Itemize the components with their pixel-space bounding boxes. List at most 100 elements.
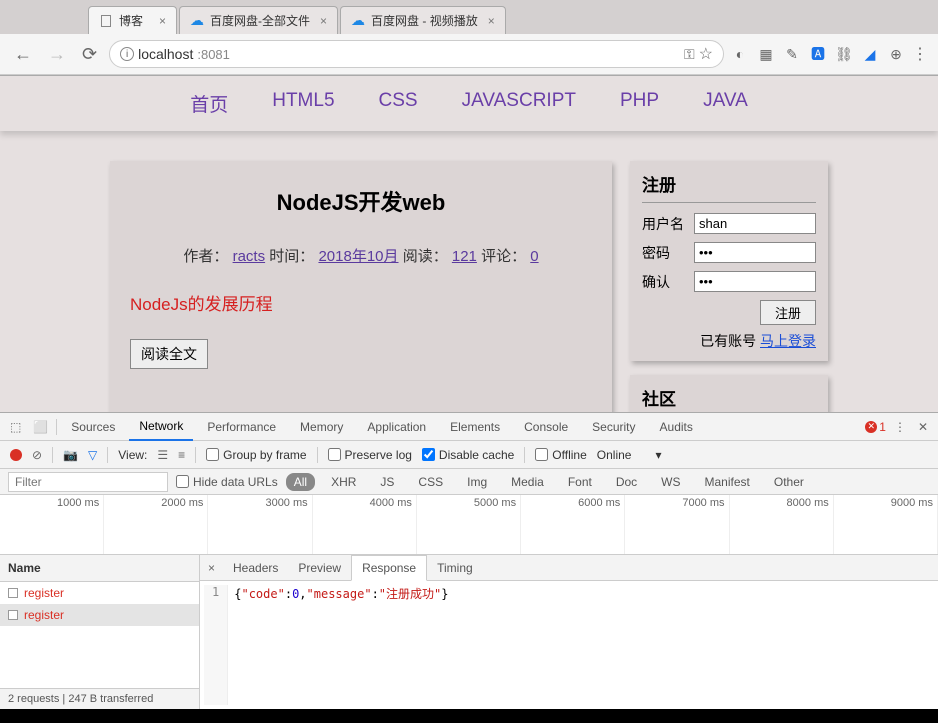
- tab-timing[interactable]: Timing: [427, 556, 483, 580]
- tab-sources[interactable]: Sources: [61, 414, 125, 440]
- url-host: localhost: [138, 46, 193, 62]
- site-info-icon[interactable]: i: [120, 47, 134, 61]
- disable-cache-checkbox[interactable]: Disable cache: [422, 448, 514, 462]
- large-rows-icon[interactable]: ☰: [157, 448, 168, 462]
- close-icon[interactable]: ×: [320, 14, 327, 28]
- tab-baidu-video[interactable]: ☁ 百度网盘 - 视频播放 ×: [340, 6, 506, 34]
- tab-application[interactable]: Application: [357, 414, 436, 440]
- ext-icon-6[interactable]: ◢: [862, 46, 878, 62]
- tab-console[interactable]: Console: [514, 414, 578, 440]
- translate-icon[interactable]: 🅰: [810, 46, 826, 62]
- request-list: Name register register 2 requests | 247 …: [0, 555, 200, 709]
- nav-home[interactable]: 首页: [190, 90, 228, 117]
- response-body[interactable]: 1 {"code":0,"message":"注册成功"}: [200, 581, 938, 709]
- record-icon[interactable]: [10, 449, 22, 461]
- close-icon[interactable]: ×: [159, 14, 166, 28]
- filter-doc[interactable]: Doc: [608, 473, 645, 491]
- read-count-link[interactable]: 121: [452, 248, 477, 265]
- browser-menu-button[interactable]: ⋮: [912, 44, 928, 64]
- filter-all[interactable]: All: [286, 473, 315, 491]
- filter-other[interactable]: Other: [766, 473, 812, 491]
- camera-icon[interactable]: 📷: [63, 448, 78, 462]
- filter-font[interactable]: Font: [560, 473, 600, 491]
- tab-elements[interactable]: Elements: [440, 414, 510, 440]
- bookmark-icon[interactable]: ☆: [699, 44, 713, 64]
- filter-icon[interactable]: ▽: [88, 448, 97, 462]
- offline-checkbox[interactable]: Offline: [535, 448, 586, 462]
- ext-icon-5[interactable]: ⛓: [836, 46, 852, 62]
- article-subtitle: NodeJs的发展历程: [130, 290, 592, 315]
- tab-response[interactable]: Response: [351, 555, 427, 581]
- forward-button[interactable]: →: [44, 42, 70, 67]
- nav-php[interactable]: PHP: [620, 90, 659, 117]
- clear-icon[interactable]: ⊘: [32, 448, 42, 462]
- device-toggle-icon[interactable]: ⬜: [29, 420, 52, 434]
- timeline[interactable]: 1000 ms 2000 ms 3000 ms 4000 ms 5000 ms …: [0, 495, 938, 555]
- group-by-frame-checkbox[interactable]: Group by frame: [206, 448, 306, 462]
- tab-preview[interactable]: Preview: [288, 556, 351, 580]
- url-port: :8081: [197, 47, 230, 62]
- nav-java[interactable]: JAVA: [703, 90, 748, 117]
- community-title: 社区: [642, 385, 816, 412]
- has-account-text: 已有账号: [700, 333, 756, 349]
- tab-audits[interactable]: Audits: [650, 414, 703, 440]
- read-more-button[interactable]: 阅读全文: [130, 339, 208, 369]
- filter-input[interactable]: [8, 472, 168, 492]
- password-input[interactable]: [694, 242, 816, 263]
- devtools-close-icon[interactable]: ✕: [914, 420, 932, 434]
- devtools: ⬚ ⬜ Sources Network Performance Memory A…: [0, 412, 938, 709]
- tab-blog[interactable]: 博客 ×: [88, 6, 177, 34]
- community-card: 社区: [630, 375, 828, 412]
- filter-css[interactable]: CSS: [410, 473, 451, 491]
- filter-xhr[interactable]: XHR: [323, 473, 364, 491]
- eyedropper-icon[interactable]: ✎: [784, 46, 800, 62]
- time-link[interactable]: 2018年10月: [318, 248, 398, 265]
- nav-javascript[interactable]: JAVASCRIPT: [462, 90, 576, 117]
- comment-count-link[interactable]: 0: [530, 248, 538, 265]
- response-close-icon[interactable]: ×: [200, 561, 223, 575]
- inspect-icon[interactable]: ⬚: [6, 420, 25, 434]
- ext-icon-2[interactable]: ▦: [758, 46, 774, 62]
- nav-css[interactable]: CSS: [379, 90, 418, 117]
- ext-icon-1[interactable]: ◐: [732, 46, 748, 62]
- login-link[interactable]: 马上登录: [760, 333, 816, 349]
- tab-memory[interactable]: Memory: [290, 414, 353, 440]
- back-button[interactable]: ←: [10, 42, 36, 67]
- tab-network[interactable]: Network: [129, 413, 193, 441]
- error-badge[interactable]: ✕ 1: [865, 420, 886, 434]
- confirm-input[interactable]: [694, 271, 816, 292]
- preserve-log-checkbox[interactable]: Preserve log: [328, 448, 412, 462]
- tab-label: 博客: [119, 12, 143, 29]
- hide-data-urls-checkbox[interactable]: Hide data URLs: [176, 475, 278, 489]
- address-bar-row: ← → ⟳ i localhost :8081 ⚿ ☆ ◐ ▦ ✎ 🅰 ⛓ ◢ ⊕…: [0, 34, 938, 75]
- throttle-select[interactable]: Online ▾: [597, 448, 662, 462]
- username-input[interactable]: [694, 213, 816, 234]
- key-icon[interactable]: ⚿: [684, 46, 695, 63]
- filter-media[interactable]: Media: [503, 473, 552, 491]
- filter-img[interactable]: Img: [459, 473, 495, 491]
- document-icon: [99, 14, 113, 28]
- tab-baidu-files[interactable]: ☁ 百度网盘-全部文件 ×: [179, 6, 338, 34]
- tab-performance[interactable]: Performance: [197, 414, 286, 440]
- nav-html5[interactable]: HTML5: [272, 90, 334, 117]
- register-button[interactable]: 注册: [760, 300, 816, 325]
- request-list-header[interactable]: Name: [0, 555, 199, 582]
- filter-ws[interactable]: WS: [653, 473, 688, 491]
- register-title: 注册: [642, 171, 816, 203]
- filter-manifest[interactable]: Manifest: [697, 473, 758, 491]
- cloud-icon: ☁: [190, 14, 204, 28]
- close-icon[interactable]: ×: [488, 14, 495, 28]
- author-link[interactable]: racts: [233, 248, 266, 265]
- reload-button[interactable]: ⟳: [78, 42, 101, 67]
- waterfall-icon[interactable]: ≡: [178, 448, 185, 462]
- request-item[interactable]: register: [0, 582, 199, 604]
- ext-icon-7[interactable]: ⊕: [888, 46, 904, 62]
- filter-js[interactable]: JS: [372, 473, 402, 491]
- url-bar[interactable]: i localhost :8081 ⚿ ☆: [109, 40, 724, 68]
- tab-security[interactable]: Security: [582, 414, 645, 440]
- request-item[interactable]: register: [0, 604, 199, 626]
- tab-headers[interactable]: Headers: [223, 556, 288, 580]
- request-icon: [8, 588, 18, 598]
- view-label: View:: [118, 448, 147, 462]
- devtools-menu-icon[interactable]: ⋮: [890, 420, 910, 434]
